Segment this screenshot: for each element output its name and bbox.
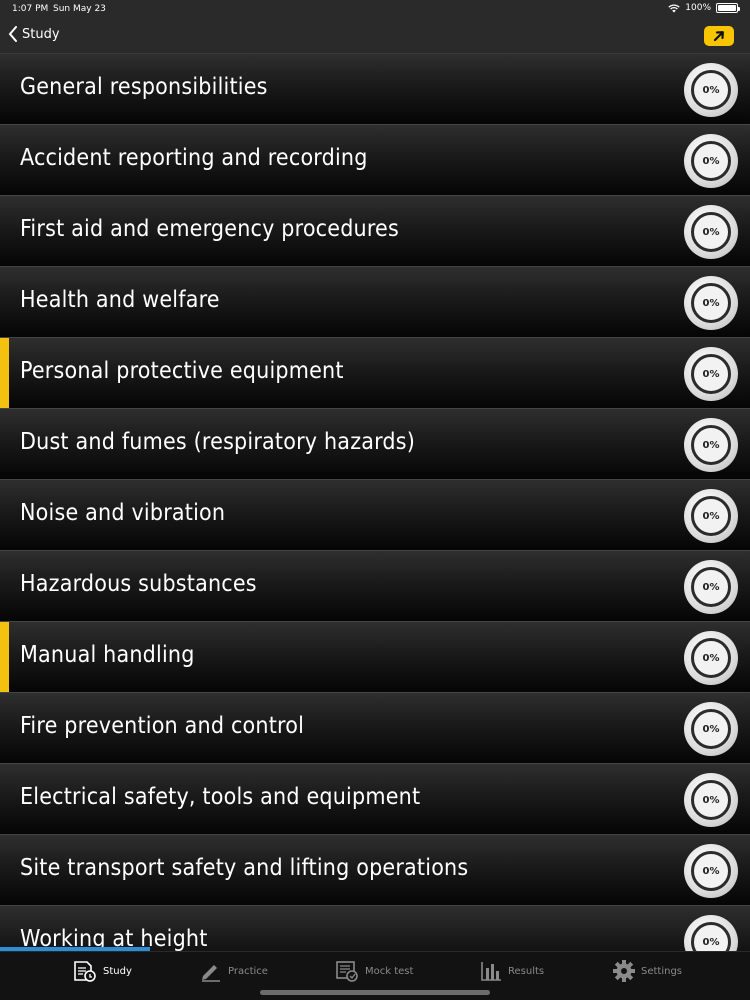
chevron-left-icon [8,26,17,42]
topic-title: Noise and vibration [20,500,226,526]
tab-results[interactable]: Results [480,960,544,982]
progress-circle: 0% [684,418,738,472]
topic-row[interactable]: Electrical safety, tools and equipment 0% [0,764,750,835]
topic-row[interactable]: Hazardous substances 0% [0,551,750,622]
back-button[interactable]: Study [8,26,60,42]
battery-percent: 100% [685,3,711,13]
topic-row[interactable]: Manual handling 0% [0,622,750,693]
progress-percent: 0% [702,439,720,451]
topic-title: Personal protective equipment [20,358,344,384]
progress-circle: 0% [684,276,738,330]
progress-circle: 0% [684,63,738,117]
progress-ring: 0% [691,638,731,678]
topic-title: General responsibilities [20,74,268,100]
tab-mock-test-label: Mock test [365,965,414,977]
progress-percent: 0% [702,226,720,238]
topic-title: Hazardous substances [20,571,257,597]
progress-circle: 0% [684,134,738,188]
progress-circle: 0% [684,560,738,614]
topic-row[interactable]: Working at height 0% [0,906,750,951]
topic-row[interactable]: General responsibilities 0% [0,54,750,125]
share-arrow-icon [713,31,724,42]
study-book-icon [74,961,96,982]
progress-ring: 0% [691,851,731,891]
progress-ring: 0% [691,709,731,749]
progress-ring: 0% [691,141,731,181]
topic-title: Fire prevention and control [20,713,305,739]
bar-chart-icon [481,962,501,981]
home-indicator [260,990,490,995]
topic-row[interactable]: Noise and vibration 0% [0,480,750,551]
progress-ring: 0% [691,922,731,951]
topic-row[interactable]: Personal protective equipment 0% [0,338,750,409]
progress-circle: 0% [684,631,738,685]
progress-circle: 0% [684,347,738,401]
progress-circle: 0% [684,205,738,259]
topic-title: First aid and emergency procedures [20,216,399,242]
tab-practice[interactable]: Practice [200,960,268,982]
progress-percent: 0% [702,936,720,948]
progress-percent: 0% [702,865,720,877]
back-label: Study [22,26,60,42]
progress-ring: 0% [691,283,731,323]
topic-title: Manual handling [20,642,195,668]
topic-list: General responsibilities 0% Accident repor… [0,54,750,951]
status-date: Sun May 23 [53,4,106,14]
pencil-icon [202,965,220,982]
tab-study[interactable]: Study [73,960,132,982]
battery-icon [716,3,740,13]
progress-percent: 0% [702,723,720,735]
progress-circle: 0% [684,702,738,756]
progress-percent: 0% [702,84,720,96]
topic-title: Health and welfare [20,287,220,313]
tab-results-label: Results [508,965,545,977]
topic-row[interactable]: Fire prevention and control 0% [0,693,750,764]
topic-row[interactable]: First aid and emergency procedures 0% [0,196,750,267]
progress-ring: 0% [691,496,731,536]
topic-title: Dust and fumes (respiratory hazards) [20,429,416,455]
status-time: 1:07 PM [12,4,49,14]
topic-title: Site transport safety and lifting operat… [20,855,469,881]
progress-percent: 0% [702,155,720,167]
progress-circle: 0% [684,915,738,951]
topic-row[interactable]: Health and welfare 0% [0,267,750,338]
progress-percent: 0% [702,581,720,593]
topic-row[interactable]: Accident reporting and recording 0% [0,125,750,196]
progress-ring: 0% [691,212,731,252]
progress-percent: 0% [702,297,720,309]
progress-percent: 0% [702,510,720,522]
tab-study-label: Study [103,965,132,977]
progress-ring: 0% [691,425,731,465]
share-button[interactable] [704,26,734,46]
nav-bar: Study [0,18,750,54]
mock-test-icon [336,961,358,982]
progress-ring: 0% [691,70,731,110]
tab-settings[interactable]: Settings [613,960,682,982]
progress-ring: 0% [691,354,731,394]
tab-settings-label: Settings [641,965,683,977]
topic-row[interactable]: Dust and fumes (respiratory hazards) 0% [0,409,750,480]
topic-row[interactable]: Site transport safety and lifting operat… [0,835,750,906]
progress-percent: 0% [702,652,720,664]
wifi-icon [668,3,680,12]
progress-circle: 0% [684,844,738,898]
status-right: 100% [668,3,740,13]
progress-ring: 0% [691,567,731,607]
status-bar: 1:07 PM Sun May 23 100% [0,0,750,18]
gear-icon [613,960,635,982]
topic-title: Electrical safety, tools and equipment [20,784,421,810]
progress-percent: 0% [702,794,720,806]
progress-circle: 0% [684,489,738,543]
topic-title: Accident reporting and recording [20,145,368,171]
progress-circle: 0% [684,773,738,827]
tab-mock-test[interactable]: Mock test [335,960,413,982]
tab-practice-label: Practice [228,965,268,977]
progress-ring: 0% [691,780,731,820]
progress-percent: 0% [702,368,720,380]
